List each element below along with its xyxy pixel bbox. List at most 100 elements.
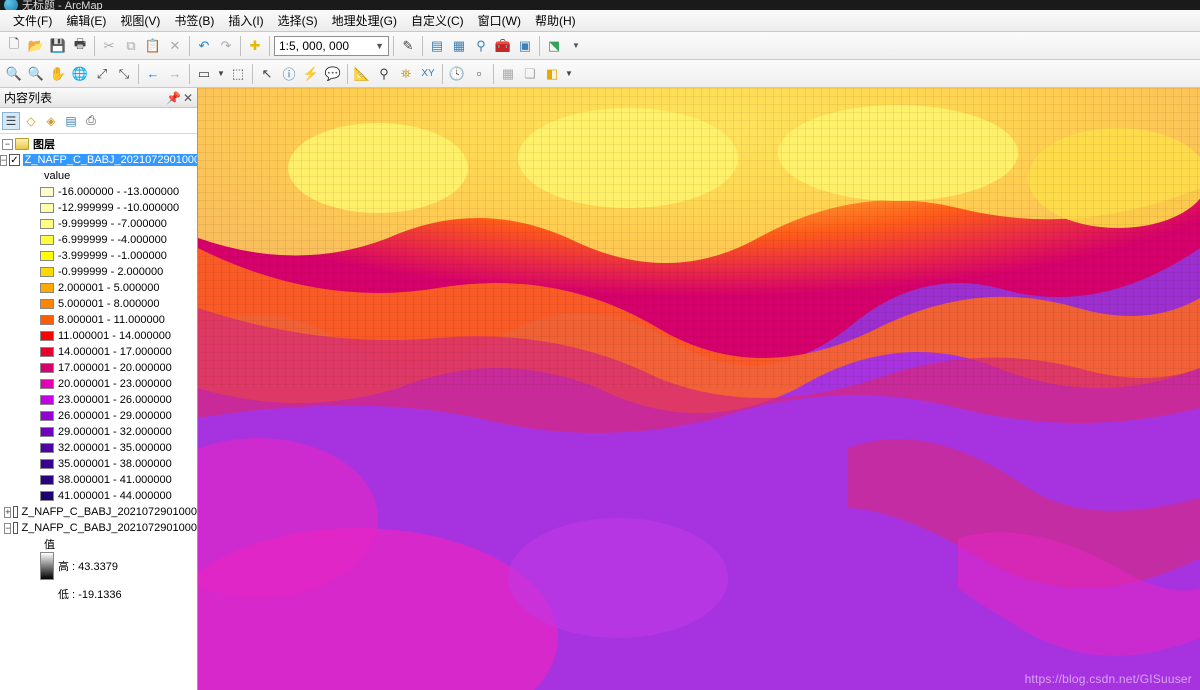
find-route-icon[interactable]: ⛯ (396, 64, 416, 84)
menu-view[interactable]: 视图(V) (113, 12, 167, 29)
add-data-icon[interactable]: ✚ (245, 36, 265, 56)
root-label[interactable]: 图层 (33, 136, 55, 152)
separator (269, 36, 270, 56)
menu-edit[interactable]: 编辑(E) (59, 12, 113, 29)
legend-item: 38.000001 - 41.000000 (0, 472, 197, 488)
full-extent-icon[interactable]: 🌐 (70, 64, 90, 84)
hyperlink-icon[interactable]: ⚡ (301, 64, 321, 84)
scale-input[interactable]: 1:5, 000, 000 ▼ (274, 36, 389, 56)
collapse-icon[interactable]: − (0, 155, 7, 166)
undo-icon[interactable]: ↶ (194, 36, 214, 56)
save-icon[interactable]: 💾 (48, 36, 68, 56)
catalog-icon[interactable]: ▦ (449, 36, 469, 56)
legend-label: -6.999999 - -4.000000 (58, 234, 167, 246)
gray-low: 低 : -19.1336 (58, 586, 122, 602)
copy-icon[interactable]: ⧉ (121, 36, 141, 56)
select-elements-icon[interactable]: ↖ (257, 64, 277, 84)
layer-name[interactable]: Z_NAFP_C_BABJ_2021072901000 (21, 522, 197, 534)
table-window-icon[interactable]: ❏ (520, 64, 540, 84)
legend-label: 2.000001 - 5.000000 (58, 282, 160, 294)
map-canvas[interactable]: https://blog.csdn.net/GISuuser (198, 88, 1200, 690)
list-by-selection-icon[interactable]: ▤ (62, 112, 80, 130)
chevron-down-icon[interactable]: ▼ (375, 41, 384, 51)
menu-geoprocessing[interactable]: 地理处理(G) (325, 12, 404, 29)
legend-swatch (40, 235, 54, 245)
dropdown-icon[interactable]: ▼ (564, 64, 574, 84)
paste-icon[interactable]: 📋 (143, 36, 163, 56)
pan-icon[interactable]: ✋ (48, 64, 68, 84)
legend-swatch (40, 299, 54, 309)
cut-icon[interactable]: ✂ (99, 36, 119, 56)
standard-toolbar: 🗋 📂 💾 🖶 ✂ ⧉ 📋 ✕ ↶ ↷ ✚ 1:5, 000, 000 ▼ ✎ … (0, 32, 1200, 60)
menu-insert[interactable]: 插入(I) (221, 12, 270, 29)
time-slider-icon[interactable]: 🕓 (447, 64, 467, 84)
legend-label: 26.000001 - 29.000000 (58, 410, 172, 422)
toolbox-icon[interactable]: 🧰 (493, 36, 513, 56)
options-icon[interactable]: ⎙ (82, 112, 100, 130)
collapse-icon[interactable]: − (2, 139, 13, 150)
list-by-visibility-icon[interactable]: ◈ (42, 112, 60, 130)
close-icon[interactable]: ✕ (183, 91, 193, 105)
model-builder-icon[interactable]: ⬔ (544, 36, 564, 56)
editor-toolbar-icon[interactable]: ✎ (398, 36, 418, 56)
checkbox-checked[interactable]: ✓ (9, 154, 19, 166)
collapse-icon[interactable]: − (4, 523, 11, 534)
zoom-out-icon[interactable]: 🔍 (26, 64, 46, 84)
menu-bookmarks[interactable]: 书签(B) (167, 12, 221, 29)
new-document-icon[interactable]: 🗋 (4, 36, 24, 56)
redo-icon[interactable]: ↷ (216, 36, 236, 56)
list-by-source-icon[interactable]: ◇ (22, 112, 40, 130)
checkbox-unchecked[interactable] (13, 506, 18, 518)
legend-item: 35.000001 - 38.000000 (0, 456, 197, 472)
layer-unchecked: − Z_NAFP_C_BABJ_2021072901000 (0, 520, 197, 536)
zoom-in-icon[interactable]: 🔍 (4, 64, 24, 84)
legend-swatch (40, 475, 54, 485)
dropdown-icon[interactable]: ▼ (566, 36, 586, 56)
open-table-icon[interactable]: ▦ (498, 64, 518, 84)
dropdown-icon[interactable]: ▼ (216, 64, 226, 84)
legend-item: 29.000001 - 32.000000 (0, 424, 197, 440)
goto-xy-icon[interactable]: XY (418, 64, 438, 84)
value-label: value (44, 170, 70, 182)
legend-item: -16.000000 - -13.000000 (0, 184, 197, 200)
select-features-icon[interactable]: ▭ (194, 64, 214, 84)
next-extent-icon[interactable]: → (165, 64, 185, 84)
menu-window[interactable]: 窗口(W) (471, 12, 528, 29)
clear-selection-icon[interactable]: ⬚ (228, 64, 248, 84)
list-by-drawing-order-icon[interactable]: ☰ (2, 112, 20, 130)
print-icon[interactable]: 🖶 (70, 36, 90, 56)
fixed-zoom-in-icon[interactable]: ⤢ (92, 64, 112, 84)
layer-name[interactable]: Z_NAFP_C_BABJ_2021072901000 (21, 506, 197, 518)
legend-swatch (40, 411, 54, 421)
toc-icon[interactable]: ▤ (427, 36, 447, 56)
checkbox-unchecked[interactable] (13, 522, 18, 534)
legend-label: 32.000001 - 35.000000 (58, 442, 172, 454)
legend-item: 20.000001 - 23.000000 (0, 376, 197, 392)
prev-extent-icon[interactable]: ← (143, 64, 163, 84)
value-header: value (0, 168, 197, 184)
measure-icon[interactable]: 📐 (352, 64, 372, 84)
menu-selection[interactable]: 选择(S) (271, 12, 325, 29)
find-icon[interactable]: ⚲ (374, 64, 394, 84)
legend-label: -0.999999 - 2.000000 (58, 266, 163, 278)
legend-item: -12.999999 - -10.000000 (0, 200, 197, 216)
create-viewer-icon[interactable]: ▫ (469, 64, 489, 84)
legend-label: 8.000001 - 11.000000 (58, 314, 165, 326)
python-window-icon[interactable]: ▣ (515, 36, 535, 56)
pin-icon[interactable]: 📌 (166, 91, 181, 105)
menu-customize[interactable]: 自定义(C) (404, 12, 471, 29)
expand-icon[interactable]: + (4, 507, 11, 518)
separator (94, 36, 95, 56)
search-window-icon[interactable]: ⚲ (471, 36, 491, 56)
legend-swatch (40, 315, 54, 325)
fixed-zoom-out-icon[interactable]: ⤡ (114, 64, 134, 84)
layer-name[interactable]: Z_NAFP_C_BABJ_2021072901000 (23, 154, 197, 166)
delete-icon[interactable]: ✕ (165, 36, 185, 56)
identify-icon[interactable]: ⓘ (279, 64, 299, 84)
html-popup-icon[interactable]: 💬 (323, 64, 343, 84)
open-icon[interactable]: 📂 (26, 36, 46, 56)
menu-help[interactable]: 帮助(H) (528, 12, 583, 29)
menu-file[interactable]: 文件(F) (6, 12, 59, 29)
effects-toolbar-icon[interactable]: ◧ (542, 64, 562, 84)
gray-ramp-row: 高 : 43.3379 (0, 552, 197, 580)
